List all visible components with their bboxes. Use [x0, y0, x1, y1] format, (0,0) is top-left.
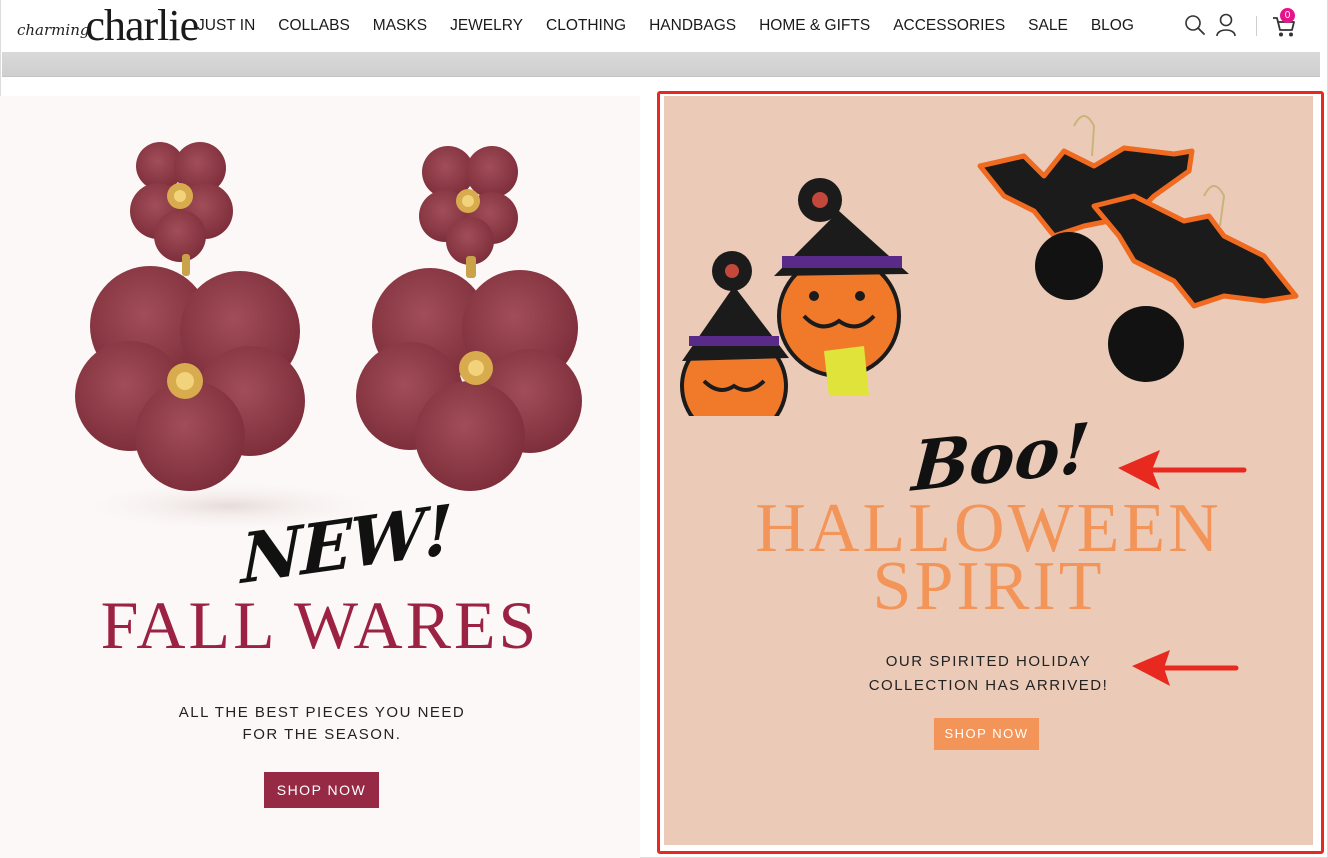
left-earring [75, 142, 305, 491]
site-logo[interactable]: charming charlie [17, 1, 199, 50]
nav-item-blog[interactable]: BLOG [1091, 17, 1134, 35]
fall-subtitle-line2: FOR THE SEASON. [242, 726, 402, 743]
fall-shop-now-button[interactable]: SHOP NOW [264, 772, 379, 808]
nav-item-home-gifts[interactable]: HOME & GIFTS [759, 17, 870, 35]
nav-item-jewelry[interactable]: JEWELRY [450, 17, 523, 35]
flower-earrings-image [70, 142, 582, 532]
nav-item-clothing[interactable]: CLOTHING [546, 17, 626, 35]
header-divider [1256, 16, 1257, 36]
main-nav: JUST IN COLLABS MASKS JEWELRY CLOTHING H… [197, 17, 1157, 35]
right-earring [356, 146, 582, 491]
nav-item-handbags[interactable]: HANDBAGS [649, 17, 736, 35]
nav-item-just-in[interactable]: JUST IN [197, 17, 255, 35]
fall-title: FALL WARES [100, 587, 540, 663]
fall-subtitle-line1: ALL THE BEST PIECES YOU NEED [178, 704, 466, 721]
halloween-shop-now-button[interactable]: SHOP NOW [934, 718, 1039, 750]
arrow-to-subtitle-icon [1132, 650, 1239, 686]
search-icon[interactable] [1184, 14, 1206, 36]
halloween-title: HALLOWEEN SPIRIT [664, 494, 1313, 622]
logo-small-text: charming [17, 21, 90, 39]
nav-item-sale[interactable]: SALE [1028, 17, 1068, 35]
nav-item-collabs[interactable]: COLLABS [278, 17, 350, 35]
site-header: charming charlie JUST IN COLLABS MASKS J… [1, 0, 1327, 52]
announcement-bar [2, 52, 1320, 77]
account-icon[interactable] [1215, 13, 1237, 37]
arrow-to-tagline-icon [1118, 450, 1247, 490]
cart-count-badge: 0 [1280, 8, 1295, 23]
logo-big-text: charlie [85, 1, 199, 50]
fall-subtitle: ALL THE BEST PIECES YOU NEED FOR THE SEA… [0, 702, 644, 746]
nav-item-masks[interactable]: MASKS [373, 17, 427, 35]
nav-item-accessories[interactable]: ACCESSORIES [893, 17, 1005, 35]
